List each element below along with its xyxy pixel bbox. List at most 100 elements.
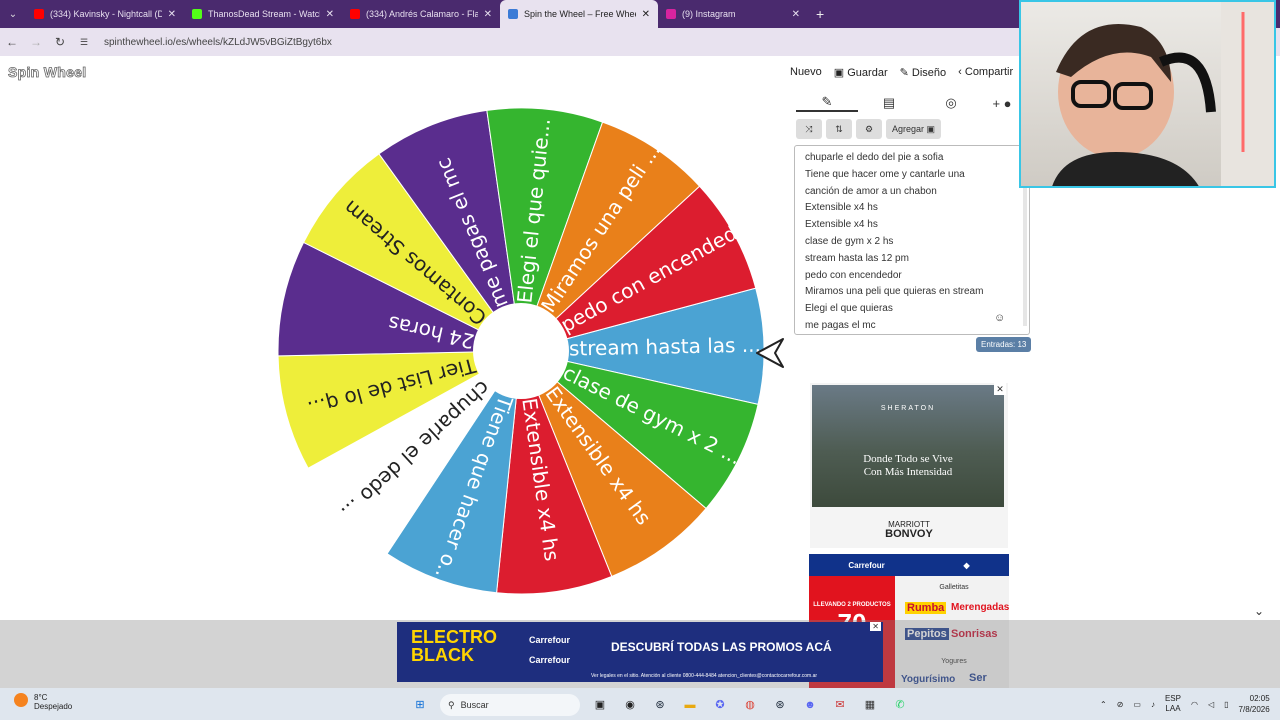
back-icon[interactable]: ← (0, 35, 24, 49)
carrefour-bottom-ad[interactable]: ELECTRO BLACK Carrefour Carrefour DESCUBR… (397, 622, 883, 682)
battery-icon[interactable]: ▯ (1224, 700, 1228, 709)
sheraton-ad[interactable]: SHERATON Donde Todo se Vive Con Más Inten… (810, 383, 1008, 548)
share-icon: ‹ (958, 66, 965, 78)
new-tab-button[interactable]: + (816, 6, 824, 22)
wifi-icon[interactable]: ◠ (1191, 700, 1198, 709)
shuffle-icon[interactable]: ⤨ (796, 119, 822, 139)
ad-bonvoy: BONVOY (885, 528, 933, 540)
ad-brand: SHERATON (880, 405, 936, 412)
entry-line: Extensible x4 hs (805, 219, 878, 231)
chrome-icon[interactable]: ◍ (740, 695, 760, 715)
emoji-icon[interactable]: ☺ (994, 312, 1005, 324)
carrefour-logo-icon: ◆ (963, 560, 970, 570)
entries-count-badge: Entradas: 13 (976, 337, 1032, 352)
ad-title-1: ELECTRO (411, 627, 498, 647)
spin-wheel[interactable]: stream hasta las ...clase de gym x 2 ...… (276, 106, 766, 596)
obs-icon[interactable]: ◉ (620, 695, 640, 715)
chevron-down-icon[interactable]: ⌄ (1254, 604, 1264, 618)
close-tab-icon[interactable]: ✕ (326, 9, 334, 20)
editor-tabs: ✎ ▤ ◎ + ● (796, 92, 1022, 114)
edit-entries-tab-icon[interactable]: ✎ (796, 94, 858, 112)
time: 02:05 (1249, 694, 1270, 703)
close-tab-icon[interactable]: ✕ (642, 9, 650, 20)
browser-tab[interactable]: (334) Andrés Calamaro - Flaca ✕ (342, 0, 500, 28)
ad-close-icon[interactable]: ✕ (994, 383, 1006, 395)
folder-icon[interactable]: ▬ (680, 695, 700, 715)
hide-tab-icon[interactable]: ◎ (920, 95, 982, 111)
ad-brand: Carrefour (848, 560, 885, 570)
design-button[interactable]: ✎ Diseño (900, 66, 947, 79)
ad-brand: Carrefour (529, 635, 571, 645)
browser-tab[interactable]: (9) Instagram ✕ (658, 0, 808, 28)
steam-icon[interactable]: ⊛ (770, 695, 790, 715)
add-label: Agregar (892, 124, 925, 134)
mic-icon[interactable]: ♪ (1151, 700, 1155, 709)
whatsapp-icon[interactable]: ✆ (890, 695, 910, 715)
discord-icon[interactable]: ☻ (800, 695, 820, 715)
wheel-segment-label: stream hasta las ... (569, 333, 761, 361)
app-icon[interactable]: ▦ (860, 695, 880, 715)
close-tab-icon[interactable]: ✕ (484, 9, 492, 20)
chevron-up-icon[interactable]: ⌃ (1100, 700, 1107, 709)
share-button[interactable]: ‹ Compartir (958, 66, 1013, 79)
tab-title: Spin the Wheel – Free Wheel Sp (524, 9, 636, 19)
clock[interactable]: 02:05 7/8/2026 (1239, 693, 1270, 715)
top-menu: Nuevo ▣ Guardar ✎ Diseño ‹ Compartir (790, 66, 1013, 79)
save-button[interactable]: ▣ Guardar (834, 66, 888, 79)
site-info-icon[interactable]: ☰ (72, 37, 96, 48)
tab-title: ThanosDead Stream - Watch Li (208, 9, 320, 19)
app-logo[interactable]: Spin Wheel (8, 64, 87, 81)
app-icon[interactable]: ✪ (710, 695, 730, 715)
tab-title: (334) Andrés Calamaro - Flaca (366, 9, 478, 19)
design-label: Diseño (911, 67, 947, 79)
close-tab-icon[interactable]: ✕ (168, 9, 176, 20)
search-icon: ⚲ (448, 699, 455, 710)
browser-tab[interactable]: ThanosDead Stream - Watch Li ✕ (184, 0, 342, 28)
weather-widget[interactable]: 8°C Despejado (14, 693, 72, 711)
app-icon[interactable]: ✉ (830, 695, 850, 715)
task-view-icon[interactable]: ▣ (590, 695, 610, 715)
taskbar-apps: ⊞ ⚲ Buscar ▣ ◉ ⊛ ▬ ✪ ◍ ⊛ ☻ ✉ ▦ ✆ (410, 694, 910, 716)
taskbar-search[interactable]: ⚲ Buscar (440, 694, 580, 716)
steam-icon[interactable]: ⊛ (650, 695, 670, 715)
entry-line: Tiene que hacer ome y cantarle una (805, 168, 965, 180)
ad-tagline-2: Con Más Intensidad (863, 466, 953, 478)
brush-icon: ✎ (899, 67, 912, 79)
add-image-button[interactable]: Agregar ▣ (886, 119, 942, 139)
browser-tab[interactable]: (334) Kavinsky - Nightcall (Drive ✕ (26, 0, 184, 28)
close-tab-icon[interactable]: ✕ (792, 9, 800, 20)
volume-icon[interactable]: ◁ (1208, 700, 1214, 709)
entry-line: Elegi el que quieras (805, 303, 893, 315)
ad-brand: Carrefour (529, 655, 571, 665)
ad-close-icon[interactable]: ✕ (870, 622, 881, 631)
ad-title: ELECTRO BLACK (411, 628, 497, 664)
settings-icon[interactable]: ⚙ (856, 119, 882, 139)
entry-line: clase de gym x 2 hs (805, 235, 894, 247)
battery-icon[interactable]: ▭ (1133, 700, 1141, 709)
windows-start-icon[interactable]: ⊞ (410, 695, 430, 715)
language-1: ESP (1164, 694, 1181, 703)
browser-tab-active[interactable]: Spin the Wheel – Free Wheel Sp ✕ (500, 0, 658, 28)
entry-line: me pagas el mc (805, 319, 876, 331)
forward-icon[interactable]: → (24, 35, 48, 49)
moon-weather-icon (14, 693, 28, 707)
wheel-center[interactable] (473, 303, 569, 399)
new-button[interactable]: Nuevo (790, 66, 822, 79)
instagram-icon (666, 9, 676, 19)
ad-legal: Ver legales en el sitio. Atención al cli… (591, 673, 818, 679)
entry-line: canción de amor a un chabon (805, 185, 937, 197)
add-wheel-icon[interactable]: + ● (982, 96, 1022, 111)
reload-icon[interactable]: ↻ (48, 35, 72, 49)
wheel-pointer-icon (756, 338, 784, 368)
language-indicator[interactable]: ESP LAA (1165, 694, 1181, 714)
entries-toolbar: ⤨ ⇅ ⚙ Agregar ▣ (796, 119, 942, 139)
entries-textarea[interactable]: chuparle el dedo del pie a sofia Tiene q… (794, 145, 1030, 335)
entry-line: pedo con encendedor (805, 269, 902, 281)
results-tab-icon[interactable]: ▤ (858, 95, 920, 111)
sort-icon[interactable]: ⇅ (826, 119, 852, 139)
kick-icon (192, 9, 202, 19)
ad-hotel-image: SHERATON Donde Todo se Vive Con Más Inten… (812, 385, 1004, 507)
tab-search-icon[interactable]: ⌄ (0, 9, 26, 20)
entry-line: Extensible x4 hs (805, 202, 878, 214)
network-icon[interactable]: ⊘ (1117, 700, 1124, 709)
